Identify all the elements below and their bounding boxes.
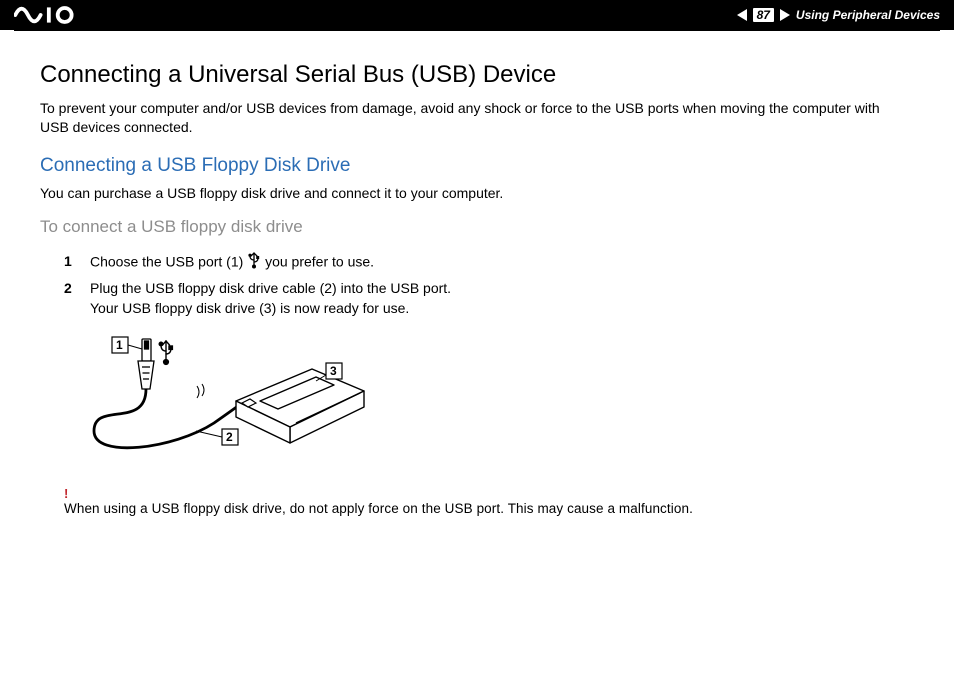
usb-floppy-figure: 1 2 3: [64, 331, 922, 476]
callout-2-label: 2: [226, 430, 233, 444]
section-label: Using Peripheral Devices: [796, 8, 940, 22]
usb-trident-icon: [159, 341, 172, 364]
vaio-logo: [14, 5, 90, 25]
callout-1-label: 1: [116, 338, 123, 352]
page-number: 87: [753, 8, 774, 22]
cable-break-icon: [197, 384, 204, 398]
callout-2: 2: [196, 429, 238, 445]
steps-list: Choose the USB port (1) y: [64, 251, 922, 319]
step-2-line2: Your USB floppy disk drive (3) is now re…: [90, 300, 409, 316]
header-bar: 87 Using Peripheral Devices: [0, 0, 954, 30]
warning-text: When using a USB floppy disk drive, do n…: [64, 501, 922, 516]
header-right: 87 Using Peripheral Devices: [737, 8, 940, 22]
callout-1: 1: [112, 337, 142, 353]
warning-block: ! When using a USB floppy disk drive, do…: [64, 486, 922, 516]
usb-plug-illustration: [138, 339, 154, 389]
step-1: Choose the USB port (1) y: [64, 251, 922, 274]
subheading-text: You can purchase a USB floppy disk drive…: [40, 185, 922, 201]
step-2: Plug the USB floppy disk drive cable (2)…: [64, 278, 922, 319]
usb-trident-icon: [247, 251, 261, 274]
intro-paragraph: To prevent your computer and/or USB devi…: [40, 99, 910, 137]
usb-cable-illustration: [94, 389, 242, 448]
step-2-line1: Plug the USB floppy disk drive cable (2)…: [90, 280, 451, 296]
step-1-text-a: Choose the USB port (1): [90, 253, 247, 269]
page-content: Connecting a Universal Serial Bus (USB) …: [0, 31, 954, 526]
task-heading: To connect a USB floppy disk drive: [40, 217, 922, 237]
prev-page-arrow-icon[interactable]: [737, 9, 747, 21]
callout-3-label: 3: [330, 364, 337, 378]
page-title: Connecting a Universal Serial Bus (USB) …: [40, 61, 922, 89]
next-page-arrow-icon[interactable]: [780, 9, 790, 21]
floppy-drive-illustration: [236, 331, 364, 443]
warning-icon: !: [64, 486, 922, 501]
step-1-text-b: you prefer to use.: [265, 253, 374, 269]
subheading: Connecting a USB Floppy Disk Drive: [40, 155, 922, 177]
